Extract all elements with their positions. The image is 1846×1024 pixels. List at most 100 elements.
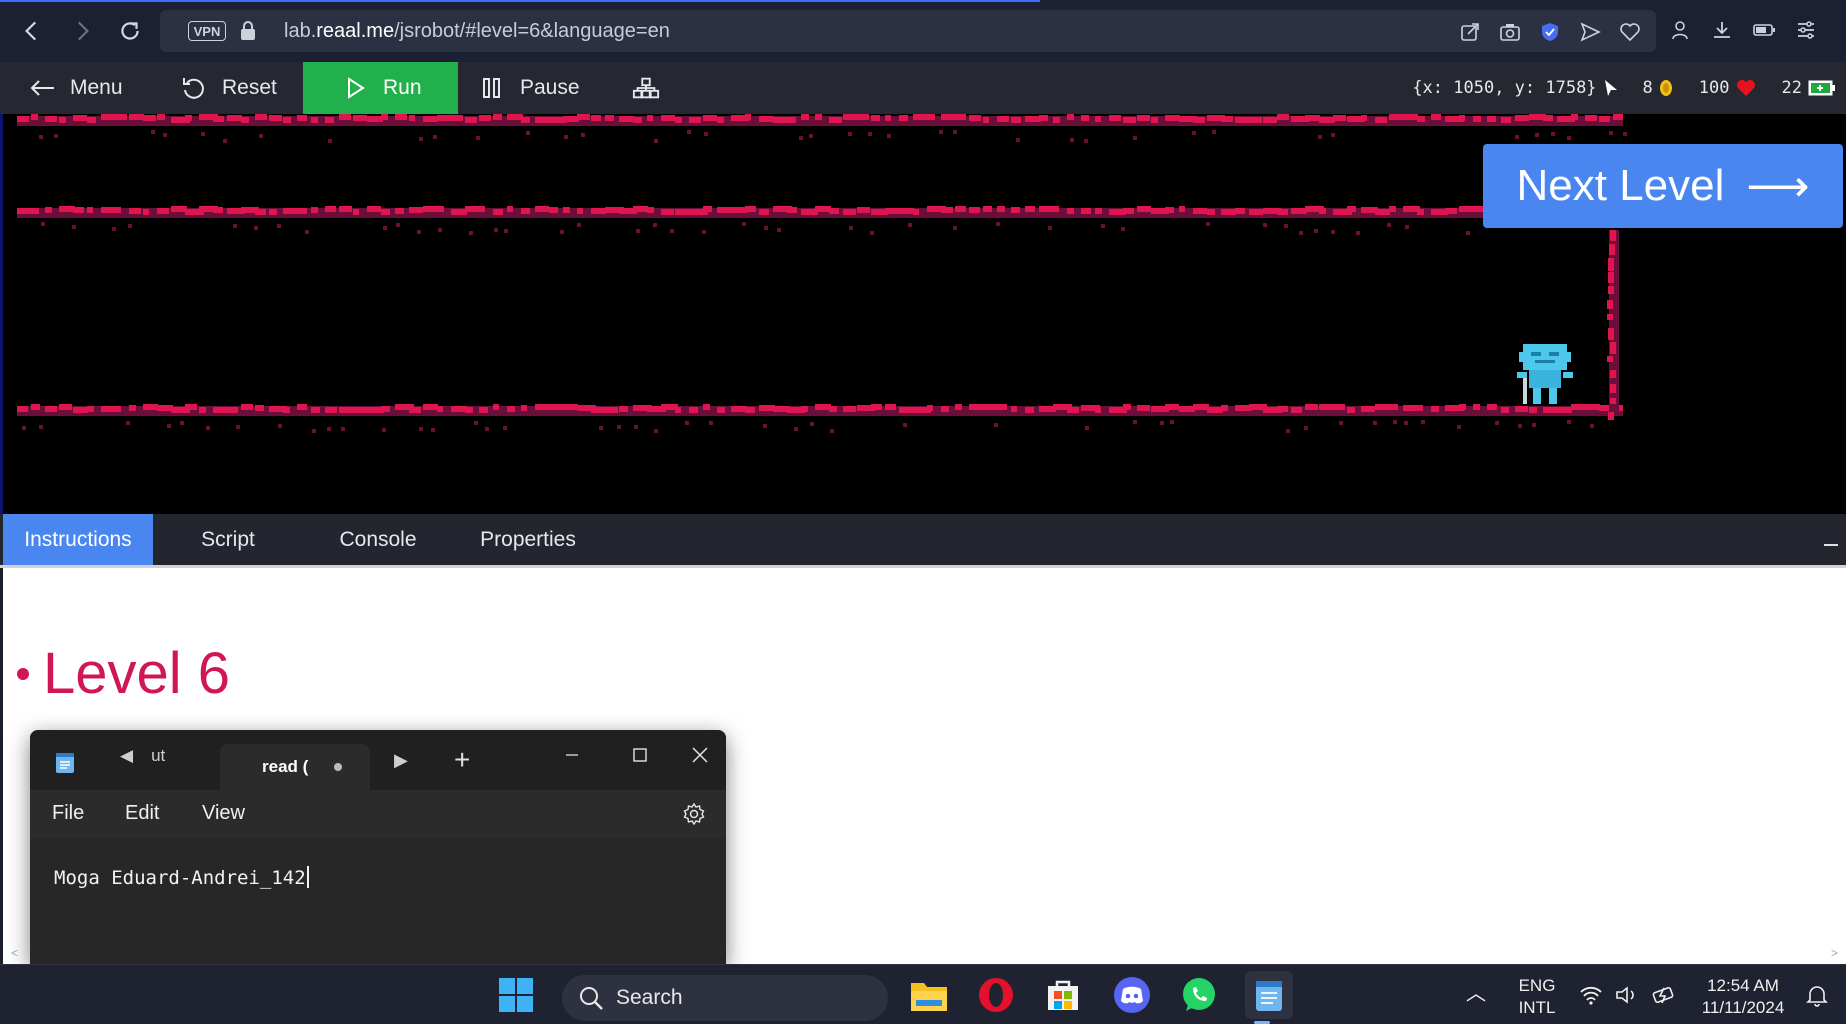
middle-wall-brick: [787, 207, 797, 213]
tab-scroll-right-icon[interactable]: ▶: [394, 750, 408, 771]
bottom-wall-brick: [1375, 404, 1389, 410]
chevron-left-icon: [25, 21, 37, 41]
menu-view[interactable]: View: [202, 802, 245, 825]
tab-console[interactable]: Console: [318, 514, 438, 566]
lock-icon[interactable]: [238, 20, 258, 42]
notepad-tab-previous[interactable]: ◀ ut: [120, 746, 165, 766]
top-wall-brick: [1585, 115, 1597, 121]
forward-button[interactable]: [62, 12, 102, 50]
notepad-text-line[interactable]: Moga Eduard-Andrei_142: [54, 866, 309, 889]
middle-wall-brick: [367, 206, 381, 212]
profile-icon[interactable]: [1666, 16, 1694, 44]
bottom-wall-brick: [1557, 407, 1572, 413]
top-wall-brick: [983, 117, 989, 123]
menu-file[interactable]: File: [52, 802, 84, 825]
top-wall-brick: [969, 115, 981, 121]
top-wall-brick: [773, 117, 788, 123]
energy-stat: 22: [1782, 78, 1836, 98]
new-tab-button[interactable]: +: [454, 744, 470, 776]
clock[interactable]: 12:54 AM 11/11/2024: [1694, 975, 1792, 1019]
reload-icon: [121, 22, 139, 40]
top-wall-brick: [1193, 117, 1205, 123]
top-wall-speck: [1192, 131, 1196, 135]
easy-setup-icon[interactable]: [1792, 16, 1820, 44]
notepad-titlebar[interactable]: ◀ ut read ( ▶ +: [30, 730, 726, 790]
bottom-wall-speck: [1373, 421, 1377, 425]
send-icon[interactable]: [1576, 18, 1604, 46]
bottom-wall-speck: [236, 425, 240, 429]
run-label: Run: [383, 76, 422, 99]
close-button[interactable]: [678, 740, 722, 770]
middle-wall-brick: [213, 207, 223, 213]
map-view-button[interactable]: [632, 62, 660, 114]
notifications-icon[interactable]: [1802, 975, 1832, 1015]
top-wall-brick: [1109, 115, 1121, 121]
top-wall-speck: [201, 132, 205, 136]
notepad-window[interactable]: ◀ ut read ( ▶ + File Edit View Moga Edua…: [30, 730, 726, 964]
bottom-wall-brick: [1137, 405, 1150, 411]
notepad-taskbar-button[interactable]: [1245, 971, 1293, 1019]
menu-button[interactable]: Menu: [28, 62, 123, 114]
start-button[interactable]: [496, 975, 536, 1015]
battery-charging-icon[interactable]: [1650, 975, 1680, 1015]
battery-saver-icon[interactable]: [1750, 16, 1778, 44]
download-icon[interactable]: [1708, 16, 1736, 44]
middle-wall-speck: [1299, 231, 1303, 235]
top-wall-speck: [1609, 131, 1613, 135]
bottom-wall-brick: [1361, 406, 1375, 412]
bottom-wall-brick: [955, 404, 962, 410]
bottom-wall-brick: [899, 407, 913, 413]
bottom-wall-speck: [903, 423, 907, 427]
taskbar-search[interactable]: Search: [562, 975, 888, 1021]
top-wall-brick: [815, 114, 822, 120]
middle-wall-brick: [1347, 206, 1356, 212]
wifi-icon[interactable]: [1576, 975, 1606, 1015]
game-canvas[interactable]: Next Level ⟶: [0, 114, 1846, 514]
heart-icon[interactable]: [1616, 18, 1644, 46]
top-wall-brick: [129, 114, 144, 120]
volume-icon[interactable]: [1612, 975, 1642, 1015]
url-text[interactable]: lab.reaal.me/jsrobot/#level=6&language=e…: [284, 20, 670, 43]
top-wall-brick: [689, 117, 701, 123]
language-indicator[interactable]: ENG INTL: [1514, 975, 1560, 1019]
whatsapp-button[interactable]: [1179, 975, 1219, 1015]
bottom-wall-brick: [255, 405, 264, 411]
game-toolbar: Menu Reset Run Pause {x: 1050, y: 1758} …: [0, 62, 1846, 114]
bottom-wall-speck: [830, 429, 834, 433]
camera-icon[interactable]: [1496, 18, 1524, 46]
scroll-left-icon[interactable]: <: [11, 946, 18, 960]
back-button[interactable]: [12, 12, 52, 50]
middle-wall-speck: [112, 227, 116, 231]
minimize-button[interactable]: [550, 740, 594, 770]
bottom-wall-brick: [1473, 404, 1480, 410]
maximize-button[interactable]: [618, 740, 662, 770]
chevron-up-icon[interactable]: ︿: [1466, 983, 1486, 1005]
shield-icon[interactable]: [1536, 18, 1564, 46]
run-button[interactable]: Run: [303, 62, 458, 114]
tab-instructions[interactable]: Instructions: [3, 514, 153, 566]
opera-button[interactable]: [976, 975, 1016, 1015]
share-icon[interactable]: [1456, 18, 1484, 46]
next-level-button[interactable]: Next Level ⟶: [1483, 144, 1843, 228]
scroll-right-icon[interactable]: >: [1831, 946, 1838, 960]
tab-scroll-left-icon[interactable]: ◀: [120, 746, 133, 766]
address-bar[interactable]: VPN lab.reaal.me/jsrobot/#level=6&langua…: [160, 10, 1656, 52]
minimize-panel-button[interactable]: [1824, 544, 1838, 546]
discord-button[interactable]: [1112, 975, 1152, 1015]
tab-properties[interactable]: Properties: [468, 514, 588, 566]
reload-button[interactable]: [110, 12, 150, 50]
microsoft-store-button[interactable]: [1043, 975, 1083, 1015]
notepad-editor[interactable]: Moga Eduard-Andrei_142: [30, 838, 726, 964]
reset-button[interactable]: Reset: [180, 62, 277, 114]
middle-wall-brick: [829, 208, 839, 214]
gear-icon[interactable]: [682, 802, 706, 826]
bottom-wall-brick: [731, 406, 747, 412]
tab-script[interactable]: Script: [168, 514, 288, 566]
vpn-badge[interactable]: VPN: [188, 21, 226, 41]
bottom-wall-brick: [129, 405, 136, 411]
file-explorer-button[interactable]: [909, 975, 949, 1015]
pause-button[interactable]: Pause: [478, 62, 580, 114]
notepad-tab-active[interactable]: read (: [220, 744, 370, 790]
bottom-wall-speck: [1170, 420, 1174, 424]
menu-edit[interactable]: Edit: [125, 802, 159, 825]
